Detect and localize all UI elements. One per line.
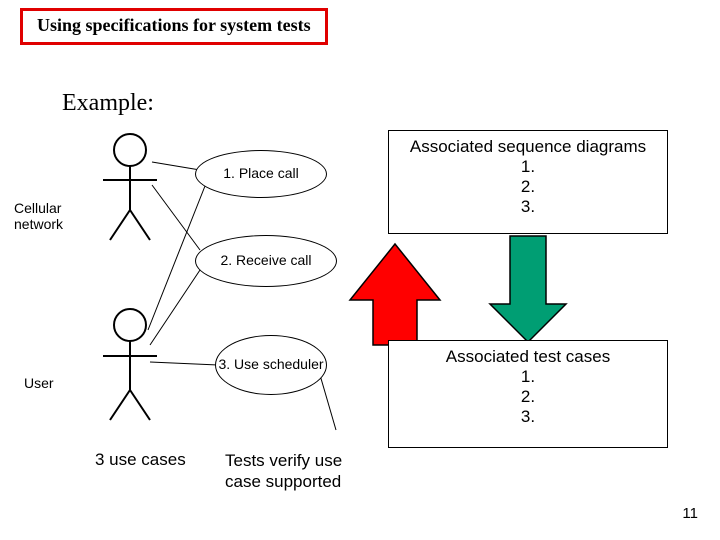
usecase-receive-call: 2. Receive call	[195, 235, 337, 287]
slide-title: Using specifications for system tests	[37, 15, 311, 35]
actor-cellular-network-icon	[103, 134, 157, 240]
test-cases-item-3: 3.	[393, 407, 663, 427]
slide-title-box: Using specifications for system tests	[20, 8, 328, 45]
example-heading: Example:	[62, 90, 154, 117]
actor-cellular-network-label: Cellular network	[14, 200, 74, 232]
usecase-receive-call-label: 2. Receive call	[220, 253, 311, 268]
usecase-place-call: 1. Place call	[195, 150, 327, 198]
usecase-place-call-label: 1. Place call	[223, 166, 298, 181]
test-cases-box: Associated test cases 1. 2. 3.	[388, 340, 668, 448]
test-cases-item-1: 1.	[393, 367, 663, 387]
sequence-diagrams-box: Associated sequence diagrams 1. 2. 3.	[388, 130, 668, 234]
actor-user-icon	[103, 309, 157, 420]
usecase-use-scheduler: 3. Use scheduler	[215, 335, 327, 395]
usecase-use-scheduler-label: 3. Use scheduler	[218, 357, 323, 372]
actor-user-label: User	[24, 375, 54, 391]
arrow-up-icon	[350, 244, 440, 345]
page-number: 11	[682, 505, 698, 522]
use-cases-count-note: 3 use cases	[95, 450, 186, 470]
sequence-diagrams-header: Associated sequence diagrams	[393, 137, 663, 157]
sequence-diagrams-item-1: 1.	[393, 157, 663, 177]
actor-cellular-network-text: Cellular network	[14, 200, 63, 232]
sequence-diagrams-item-2: 2.	[393, 177, 663, 197]
connector-uc3-cases	[320, 375, 336, 430]
sequence-diagrams-item-3: 3.	[393, 197, 663, 217]
tests-verify-note: Tests verify use case supported	[225, 450, 345, 493]
test-cases-header: Associated test cases	[393, 347, 663, 367]
arrow-down-icon	[490, 236, 566, 342]
actor1-associations	[152, 162, 200, 250]
test-cases-item-2: 2.	[393, 387, 663, 407]
